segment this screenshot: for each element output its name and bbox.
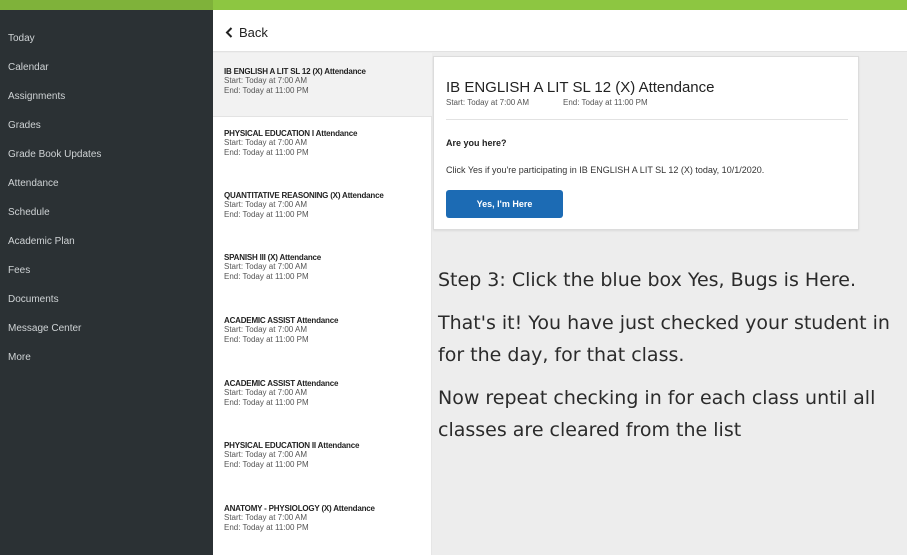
list-item-start: Start: Today at 7:00 AM [224, 450, 308, 459]
sidebar-item-attendance[interactable]: Attendance [8, 178, 59, 189]
list-item-end: End: Today at 11:00 PM [224, 460, 309, 469]
list-item-start: Start: Today at 7:00 AM [224, 76, 308, 85]
list-item-start: Start: Today at 7:00 AM [224, 513, 308, 522]
sidebar: Today Calendar Assignments Grades Grade … [0, 10, 213, 555]
sidebar-item-message-center[interactable]: Message Center [8, 323, 81, 334]
detail-description: Click Yes if you're participating in IB … [446, 165, 765, 175]
list-item[interactable]: ANATOMY - PHYSIOLOGY (X) Attendance Star… [213, 492, 432, 555]
sidebar-item-academic-plan[interactable]: Academic Plan [8, 236, 75, 247]
list-item[interactable]: SPANISH III (X) Attendance Start: Today … [213, 241, 432, 305]
list-item[interactable]: PHYSICAL EDUCATION I Attendance Start: T… [213, 117, 432, 181]
attendance-detail-card: IB ENGLISH A LIT SL 12 (X) Attendance St… [433, 56, 859, 230]
back-button[interactable]: Back [225, 25, 268, 40]
list-item-end: End: Today at 11:00 PM [224, 398, 309, 407]
list-item-start: Start: Today at 7:00 AM [224, 262, 308, 271]
sidebar-item-documents[interactable]: Documents [8, 294, 59, 305]
list-item[interactable]: IB ENGLISH A LIT SL 12 (X) Attendance St… [213, 53, 432, 117]
sidebar-item-grades[interactable]: Grades [8, 120, 41, 131]
sidebar-item-today[interactable]: Today [8, 33, 35, 44]
list-item-start: Start: Today at 7:00 AM [224, 138, 308, 147]
list-item-start: Start: Today at 7:00 AM [224, 325, 308, 334]
instruction-done: That's it! You have just checked your st… [438, 312, 890, 366]
list-item[interactable]: ACADEMIC ASSIST Attendance Start: Today … [213, 367, 432, 431]
list-item-title: SPANISH III (X) Attendance [224, 253, 322, 262]
list-item-title: ANATOMY - PHYSIOLOGY (X) Attendance [224, 504, 375, 513]
list-item-title: IB ENGLISH A LIT SL 12 (X) Attendance [224, 67, 366, 76]
list-item-end: End: Today at 11:00 PM [224, 148, 309, 157]
instruction-repeat: Now repeat checking in for each class un… [438, 387, 876, 441]
list-item-end: End: Today at 11:00 PM [224, 335, 309, 344]
header: Back [213, 10, 907, 52]
list-item-title: ACADEMIC ASSIST Attendance [224, 379, 339, 388]
list-item[interactable]: PHYSICAL EDUCATION II Attendance Start: … [213, 429, 432, 493]
sidebar-item-assignments[interactable]: Assignments [8, 91, 65, 102]
list-item-end: End: Today at 11:00 PM [224, 86, 309, 95]
instructions-text: Step 3: Click the blue box Yes, Bugs is … [438, 264, 906, 457]
list-item-end: End: Today at 11:00 PM [224, 523, 309, 532]
top-accent-bar [0, 0, 907, 10]
yes-im-here-button[interactable]: Yes, I'm Here [446, 190, 563, 218]
sidebar-item-grade-book-updates[interactable]: Grade Book Updates [8, 149, 101, 160]
sidebar-item-fees[interactable]: Fees [8, 265, 30, 276]
list-item-title: PHYSICAL EDUCATION I Attendance [224, 129, 358, 138]
back-label: Back [239, 25, 268, 40]
sidebar-item-calendar[interactable]: Calendar [8, 62, 49, 73]
divider [446, 119, 848, 120]
instruction-step-3: Step 3: Click the blue box Yes, Bugs is … [438, 269, 856, 291]
detail-title: IB ENGLISH A LIT SL 12 (X) Attendance [446, 79, 715, 96]
list-item-title: ACADEMIC ASSIST Attendance [224, 316, 339, 325]
list-item-start: Start: Today at 7:00 AM [224, 200, 308, 209]
detail-start-time: Start: Today at 7:00 AM [446, 98, 530, 107]
attendance-list: IB ENGLISH A LIT SL 12 (X) Attendance St… [213, 53, 432, 555]
list-item[interactable]: ACADEMIC ASSIST Attendance Start: Today … [213, 304, 432, 368]
list-item-title: PHYSICAL EDUCATION II Attendance [224, 441, 360, 450]
sidebar-item-more[interactable]: More [8, 352, 31, 363]
chevron-left-icon [225, 27, 233, 38]
detail-end-time: End: Today at 11:00 PM [563, 98, 648, 107]
list-item-title: QUANTITATIVE REASONING (X) Attendance [224, 191, 384, 200]
list-item-end: End: Today at 11:00 PM [224, 210, 309, 219]
detail-question: Are you here? [446, 138, 507, 148]
list-item-start: Start: Today at 7:00 AM [224, 388, 308, 397]
top-accent-bar-left [0, 0, 213, 10]
list-item[interactable]: QUANTITATIVE REASONING (X) Attendance St… [213, 179, 432, 243]
sidebar-item-schedule[interactable]: Schedule [8, 207, 50, 218]
list-item-end: End: Today at 11:00 PM [224, 272, 309, 281]
